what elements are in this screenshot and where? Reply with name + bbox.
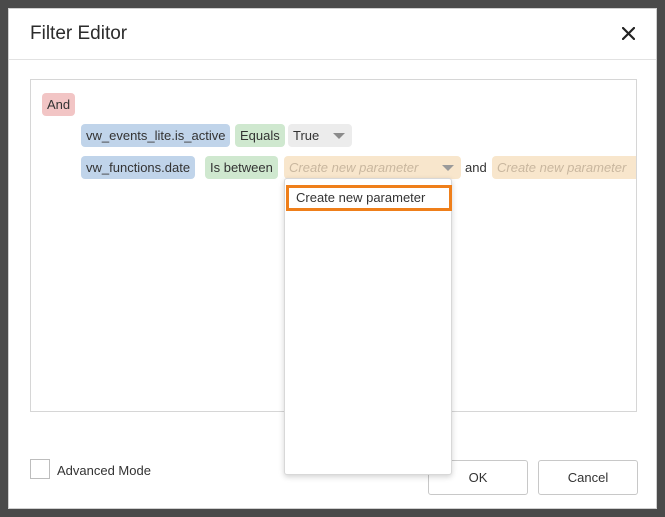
advanced-mode-checkbox[interactable] [30, 459, 50, 479]
chevron-down-icon [442, 165, 454, 171]
close-button[interactable] [618, 23, 638, 43]
parameter-dropdown: Create new parameter [284, 178, 452, 475]
condition-1-field-chip[interactable]: vw_events_lite.is_active [81, 124, 231, 147]
condition-2-field-chip[interactable]: vw_functions.date [81, 156, 196, 179]
close-icon [621, 26, 635, 40]
condition-2-connector: and [465, 160, 487, 175]
condition-2-operator-chip[interactable]: Is between [205, 156, 278, 179]
condition-2-value2-select[interactable]: Create new parameter [492, 156, 636, 179]
dialog-header: Filter Editor [9, 9, 656, 60]
group-operator-chip[interactable]: And [42, 93, 76, 116]
condition-1-operator-chip[interactable]: Equals [235, 124, 285, 147]
condition-1-value-text: True [293, 128, 320, 143]
condition-2-value1-select[interactable]: Create new parameter [284, 156, 461, 179]
dialog-title: Filter Editor [30, 23, 128, 44]
condition-1-value-select[interactable]: True [288, 124, 352, 147]
condition-2-value2-placeholder: Create new parameter [497, 160, 627, 175]
condition-2-value1-placeholder: Create new parameter [289, 160, 419, 175]
cancel-button[interactable]: Cancel [538, 460, 638, 495]
chevron-down-icon [333, 133, 345, 139]
advanced-mode-label: Advanced Mode [57, 463, 151, 478]
create-new-parameter-option[interactable]: Create new parameter [286, 185, 452, 211]
